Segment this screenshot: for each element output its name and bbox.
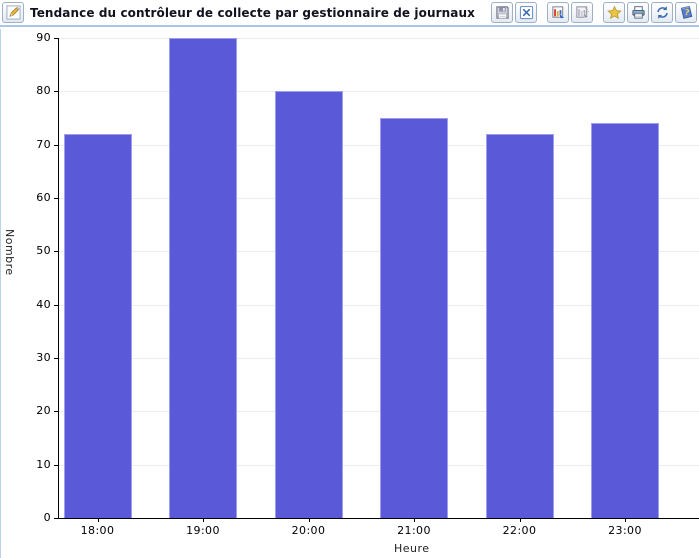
edit-title-button[interactable] [2, 2, 24, 23]
save-button[interactable] [491, 2, 513, 23]
refresh-button[interactable] [651, 2, 673, 23]
chart-edit-icon [551, 6, 565, 19]
close-button[interactable] [515, 2, 537, 23]
x-tick-label: 19:00 [186, 524, 220, 537]
x-tick-label: 23:00 [608, 524, 642, 537]
x-axis-title: Heure [394, 542, 430, 555]
bar [63, 134, 132, 518]
y-axis-line [58, 38, 59, 518]
edit-chart-button[interactable] [547, 2, 569, 23]
chart-area: Nombre Heure 0 10 20 30 40 50 60 70 80 90 18:00 19:… [0, 29, 699, 558]
y-tick-label: 60 [36, 191, 51, 204]
clear-chart-button[interactable] [571, 2, 593, 23]
x-tick-label: 22:00 [502, 524, 537, 537]
y-tick-label: 30 [36, 351, 51, 364]
y-tick-label: 20 [36, 404, 51, 418]
bar [169, 38, 237, 518]
x-tick-label: 20:00 [291, 524, 326, 537]
x-tick [97, 518, 99, 522]
x-tick [414, 518, 415, 522]
gridline [58, 38, 699, 39]
x-tick [308, 518, 310, 522]
gridline [58, 91, 699, 93]
bar [591, 123, 659, 518]
x-tick-label: 21:00 [397, 524, 431, 537]
bar [485, 134, 554, 518]
y-tick-label: 10 [36, 457, 51, 471]
chart-panel: Tendance du contrôleur de collecte par g… [0, 0, 699, 558]
help-book-icon: ? [680, 5, 692, 19]
favorite-button[interactable] [603, 2, 625, 23]
x-tick [625, 518, 626, 522]
chart-clear-icon [575, 6, 589, 19]
print-button[interactable] [627, 2, 649, 23]
y-tick-label: 0 [43, 511, 51, 524]
y-tick-label: 40 [36, 297, 51, 311]
y-tick-label: 70 [36, 137, 51, 151]
page-title: Tendance du contrôleur de collecte par g… [30, 5, 475, 20]
toolbar: ? [491, 2, 697, 23]
y-tick-label: 90 [36, 31, 51, 44]
printer-icon [631, 6, 645, 19]
y-tick-label: 80 [36, 84, 51, 98]
title-bar: Tendance du contrôleur de collecte par g… [0, 0, 699, 27]
bar [380, 118, 448, 518]
pencil-icon [5, 5, 21, 20]
x-tick [519, 518, 521, 522]
bar [274, 91, 343, 518]
x-tick [203, 518, 204, 522]
x-tick-label: 18:00 [80, 524, 115, 537]
close-icon [519, 5, 533, 20]
y-tick-label: 50 [36, 244, 51, 258]
help-button[interactable]: ? [675, 2, 697, 23]
save-icon [495, 6, 509, 19]
x-axis-line [54, 518, 699, 519]
star-favorite-icon [606, 5, 622, 20]
refresh-icon [656, 6, 668, 19]
